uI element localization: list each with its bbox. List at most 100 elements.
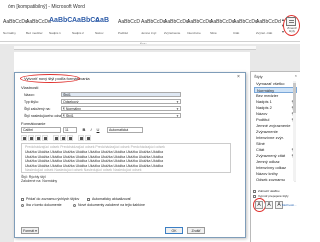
style-name: Bez medzier [26, 31, 43, 35]
name-field[interactable]: Štýl1 [61, 92, 181, 97]
based-on-label: Štýl založený na: [24, 107, 51, 111]
close-icon[interactable]: × [234, 74, 243, 81]
ok-button[interactable]: OK [165, 227, 183, 234]
new-style-dialog: Vytvoriť nový štýl podľa formátovania × … [14, 72, 246, 238]
style-sample: AaBbCcDd [256, 19, 281, 25]
size-select[interactable]: 11 [63, 127, 77, 133]
ruler [14, 46, 256, 50]
chevron-down-icon: ▼ [176, 100, 179, 104]
font-color-value: Automatická [109, 128, 129, 132]
styles-pane-title: Štýly [254, 74, 263, 79]
justify-icon[interactable] [42, 135, 48, 141]
style-gallery-item[interactable]: AaBbCcDd Jemné zvýr. [140, 15, 166, 39]
style-type-select[interactable]: Odsekový ▼ [61, 99, 181, 104]
change-styles-icon[interactable] [286, 17, 296, 26]
format-button[interactable]: Formát ▾ [21, 227, 39, 234]
title-bar: óm [kompatibilný] - Microsoft Word [0, 0, 300, 13]
underline-button[interactable]: U [95, 127, 101, 133]
manage-styles-icon: A [277, 202, 281, 208]
style-gallery-item[interactable]: AaBbCcD Podtitul [117, 15, 140, 39]
auto-update-label: Automaticky aktualizovať [92, 197, 131, 201]
spacing-after-icon[interactable] [67, 135, 73, 141]
checkbox-box[interactable] [253, 195, 256, 198]
size-value: 11 [65, 128, 69, 132]
checkbox-box[interactable] [21, 198, 24, 201]
checkbox-box[interactable] [253, 190, 256, 193]
bold-button[interactable]: B [81, 127, 87, 133]
next-style-value: ¶ Štýl1 [63, 114, 74, 118]
style-gallery-item[interactable]: AaBbCc Nadpis 2 [71, 15, 99, 39]
style-name: Normálny [3, 31, 16, 35]
styles-pane-scrollbar[interactable] [293, 81, 296, 181]
new-style-icon: A [257, 202, 261, 208]
options-link[interactable]: Možnosti... [282, 203, 297, 207]
line-spacing-icon[interactable] [53, 135, 59, 141]
dialog-title-highlight [20, 74, 80, 83]
style-name: Silné [210, 31, 217, 35]
style-item-label: Odsek zoznamu [256, 177, 285, 182]
ribbon-divider [0, 41, 300, 42]
style-inspector-button[interactable]: A [265, 201, 273, 209]
styles-gallery: AaBbCcDd Normálny AaBbCcDd Bez medzier AaBbC… [2, 15, 286, 41]
chevron-down-icon: ▼ [176, 107, 179, 111]
spacing-before-icon[interactable] [60, 135, 66, 141]
font-value: Calibri [23, 128, 33, 132]
style-name: Jemné zvýr. [141, 31, 158, 35]
font-color-select[interactable]: Automatická [107, 127, 143, 133]
style-name: Zvýraznenie [164, 31, 181, 35]
style-name: Nadpis 1 [49, 31, 61, 35]
window-title: óm [kompatibilný] - Microsoft Word [8, 4, 85, 10]
style-description-line-2: Založené na: Normálny [21, 179, 58, 183]
formatting-heading: Formátovanie [21, 121, 46, 126]
indent-decrease-icon[interactable] [78, 135, 84, 141]
style-gallery-item[interactable]: AaBbCcDd Bez medzier [25, 15, 51, 39]
radio-box[interactable] [73, 204, 76, 207]
align-left-icon[interactable] [21, 135, 27, 141]
style-preview: Predchádzajúci odsek Predchádzajúci odse… [21, 143, 231, 173]
style-gallery-item[interactable]: AaBbC Nadpis 1 [48, 15, 73, 39]
font-select[interactable]: Calibri [21, 127, 61, 133]
radio-box[interactable] [21, 204, 24, 207]
style-sample: AaB [95, 17, 110, 24]
name-value: Štýl1 [63, 93, 71, 97]
new-style-button[interactable]: A [255, 201, 263, 209]
style-gallery-item[interactable]: AaBbCcDd Citát [232, 15, 258, 39]
style-sample: AaBbC [49, 17, 73, 24]
style-sample: AaBbCcD [118, 19, 140, 25]
new-documents-label: Nové dokumenty založené na tejto šablóne [78, 203, 145, 207]
preview-next-paragraph: Nasledujúci odsek Nasledujúci odsek Nasl… [25, 168, 142, 172]
style-inspector-icon: A [267, 202, 271, 208]
style-gallery-item[interactable]: AaBbCcDd Silné [209, 15, 235, 39]
style-name: Intenzívne [187, 31, 201, 35]
style-name: Citát [233, 31, 240, 35]
chevron-down-icon: ▼ [176, 114, 179, 118]
only-this-document-label: Iba v tomto dokumente [26, 203, 62, 207]
style-gallery-item[interactable]: AaBbCcDd Intenzívne [186, 15, 212, 39]
properties-heading: Vlastnosti [21, 85, 39, 90]
align-center-icon[interactable] [28, 135, 34, 141]
next-style-select[interactable]: ¶ Štýl1 ▼ [61, 113, 181, 118]
based-on-value: ¶ Normálny [63, 107, 81, 111]
indent-increase-icon[interactable] [85, 135, 91, 141]
style-name: Názov [95, 31, 104, 35]
style-name: Nadpis 2 [72, 31, 84, 35]
style-gallery-item[interactable]: AaBbCcDd Zvýraznenie [163, 15, 189, 39]
name-label: Názov: [24, 93, 35, 97]
checkbox-box[interactable] [87, 198, 90, 201]
style-name: Zvýraz. citát [256, 31, 273, 35]
cancel-button[interactable]: Zrušiť [187, 227, 205, 234]
style-gallery-item[interactable]: AaBbCcDd Zvýraz. citát [255, 15, 281, 39]
style-gallery-item[interactable]: AaB Názov [94, 15, 117, 39]
styles-pane-item[interactable]: Odsek zoznamu¶ [254, 177, 297, 183]
preview-previous-paragraph: Predchádzajúci odsek Predchádzajúci odse… [25, 145, 165, 149]
style-name: Podtitul [118, 31, 129, 35]
type-label: Typ štýlu: [24, 100, 39, 104]
based-on-select[interactable]: ¶ Normálny ▼ [61, 106, 181, 111]
change-styles-label[interactable]: Zmeniť štýly [284, 27, 300, 33]
close-icon[interactable]: × [295, 73, 297, 78]
add-to-quick-styles-label: Pridať do zoznamu rýchlych štýlov [26, 197, 80, 201]
style-type-value: Odsekový [63, 100, 79, 104]
italic-button[interactable]: I [88, 127, 94, 133]
style-gallery-item[interactable]: AaBbCcDd Normálny [2, 15, 28, 39]
align-right-icon[interactable] [35, 135, 41, 141]
